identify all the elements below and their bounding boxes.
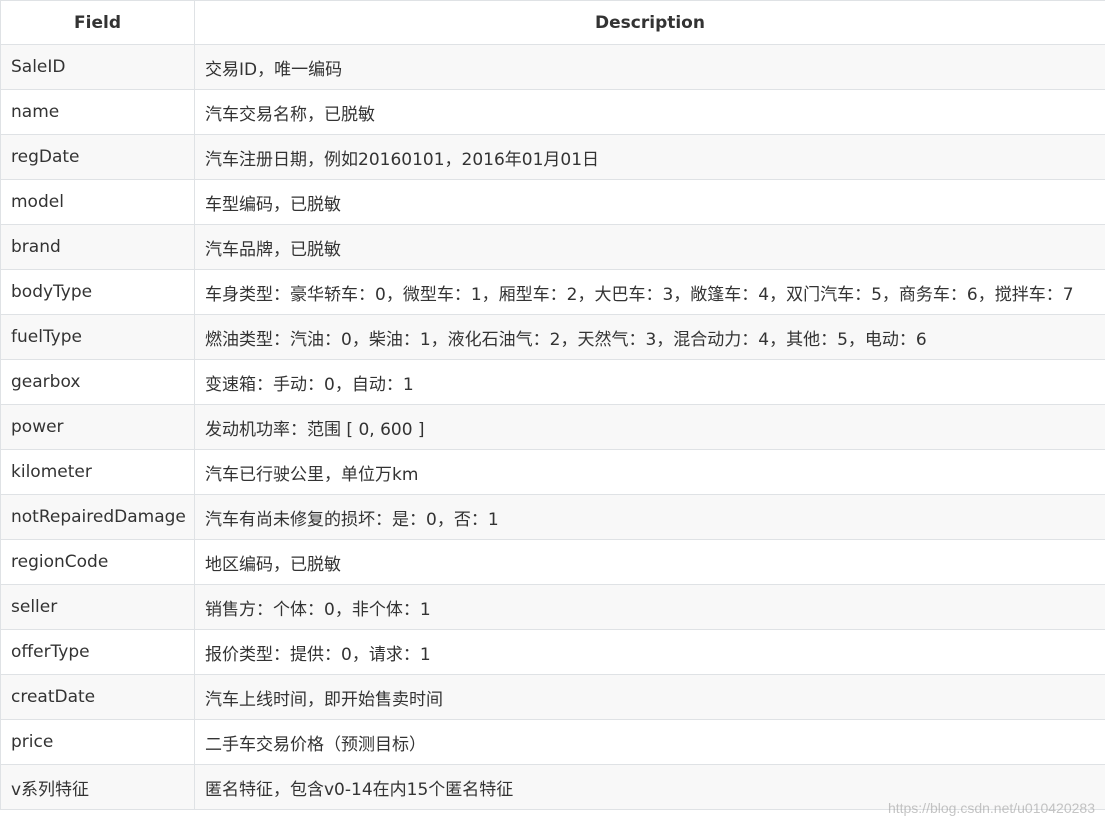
description-cell: 地区编码，已脱敏	[194, 539, 1105, 585]
field-cell: brand	[0, 224, 195, 270]
table-row: model 车型编码，已脱敏	[0, 179, 1105, 225]
description-cell: 汽车有尚未修复的损坏：是：0，否：1	[194, 494, 1105, 540]
table-row: gearbox 变速箱：手动：0，自动：1	[0, 359, 1105, 405]
field-cell: v系列特征	[0, 764, 195, 810]
table-row: name 汽车交易名称，已脱敏	[0, 89, 1105, 135]
table-header-row: Field Description	[0, 0, 1105, 45]
description-cell: 汽车品牌，已脱敏	[194, 224, 1105, 270]
table-row: notRepairedDamage 汽车有尚未修复的损坏：是：0，否：1	[0, 494, 1105, 540]
table-row: price 二手车交易价格（预测目标）	[0, 719, 1105, 765]
field-cell: regDate	[0, 134, 195, 180]
table-row: bodyType 车身类型：豪华轿车：0，微型车：1，厢型车：2，大巴车：3，敞…	[0, 269, 1105, 315]
field-cell: name	[0, 89, 195, 135]
description-cell: 汽车交易名称，已脱敏	[194, 89, 1105, 135]
field-description-table: Field Description SaleID 交易ID，唯一编码 name …	[0, 0, 1105, 810]
header-description: Description	[194, 0, 1105, 45]
field-cell: gearbox	[0, 359, 195, 405]
header-field: Field	[0, 0, 195, 45]
table-row: seller 销售方：个体：0，非个体：1	[0, 584, 1105, 630]
field-cell: power	[0, 404, 195, 450]
field-cell: offerType	[0, 629, 195, 675]
watermark-text: https://blog.csdn.net/u010420283	[887, 800, 1095, 816]
description-cell: 汽车已行驶公里，单位万km	[194, 449, 1105, 495]
table-row: power 发动机功率：范围 [ 0, 600 ]	[0, 404, 1105, 450]
field-cell: bodyType	[0, 269, 195, 315]
field-cell: model	[0, 179, 195, 225]
field-cell: kilometer	[0, 449, 195, 495]
description-cell: 发动机功率：范围 [ 0, 600 ]	[194, 404, 1105, 450]
description-cell: 交易ID，唯一编码	[194, 44, 1105, 90]
description-cell: 变速箱：手动：0，自动：1	[194, 359, 1105, 405]
field-cell: fuelType	[0, 314, 195, 360]
table-row: kilometer 汽车已行驶公里，单位万km	[0, 449, 1105, 495]
table-row: offerType 报价类型：提供：0，请求：1	[0, 629, 1105, 675]
field-cell: notRepairedDamage	[0, 494, 195, 540]
description-cell: 车型编码，已脱敏	[194, 179, 1105, 225]
description-cell: 车身类型：豪华轿车：0，微型车：1，厢型车：2，大巴车：3，敞篷车：4，双门汽车…	[194, 269, 1105, 315]
field-cell: creatDate	[0, 674, 195, 720]
field-cell: price	[0, 719, 195, 765]
description-cell: 报价类型：提供：0，请求：1	[194, 629, 1105, 675]
field-cell: regionCode	[0, 539, 195, 585]
table-row: brand 汽车品牌，已脱敏	[0, 224, 1105, 270]
table-row: regionCode 地区编码，已脱敏	[0, 539, 1105, 585]
table-row: creatDate 汽车上线时间，即开始售卖时间	[0, 674, 1105, 720]
field-cell: SaleID	[0, 44, 195, 90]
table-row: fuelType 燃油类型：汽油：0，柴油：1，液化石油气：2，天然气：3，混合…	[0, 314, 1105, 360]
description-cell: 汽车上线时间，即开始售卖时间	[194, 674, 1105, 720]
description-cell: 燃油类型：汽油：0，柴油：1，液化石油气：2，天然气：3，混合动力：4，其他：5…	[194, 314, 1105, 360]
field-cell: seller	[0, 584, 195, 630]
table-row: SaleID 交易ID，唯一编码	[0, 44, 1105, 90]
description-cell: 销售方：个体：0，非个体：1	[194, 584, 1105, 630]
table-row: regDate 汽车注册日期，例如20160101，2016年01月01日	[0, 134, 1105, 180]
description-cell: 二手车交易价格（预测目标）	[194, 719, 1105, 765]
description-cell: 汽车注册日期，例如20160101，2016年01月01日	[194, 134, 1105, 180]
